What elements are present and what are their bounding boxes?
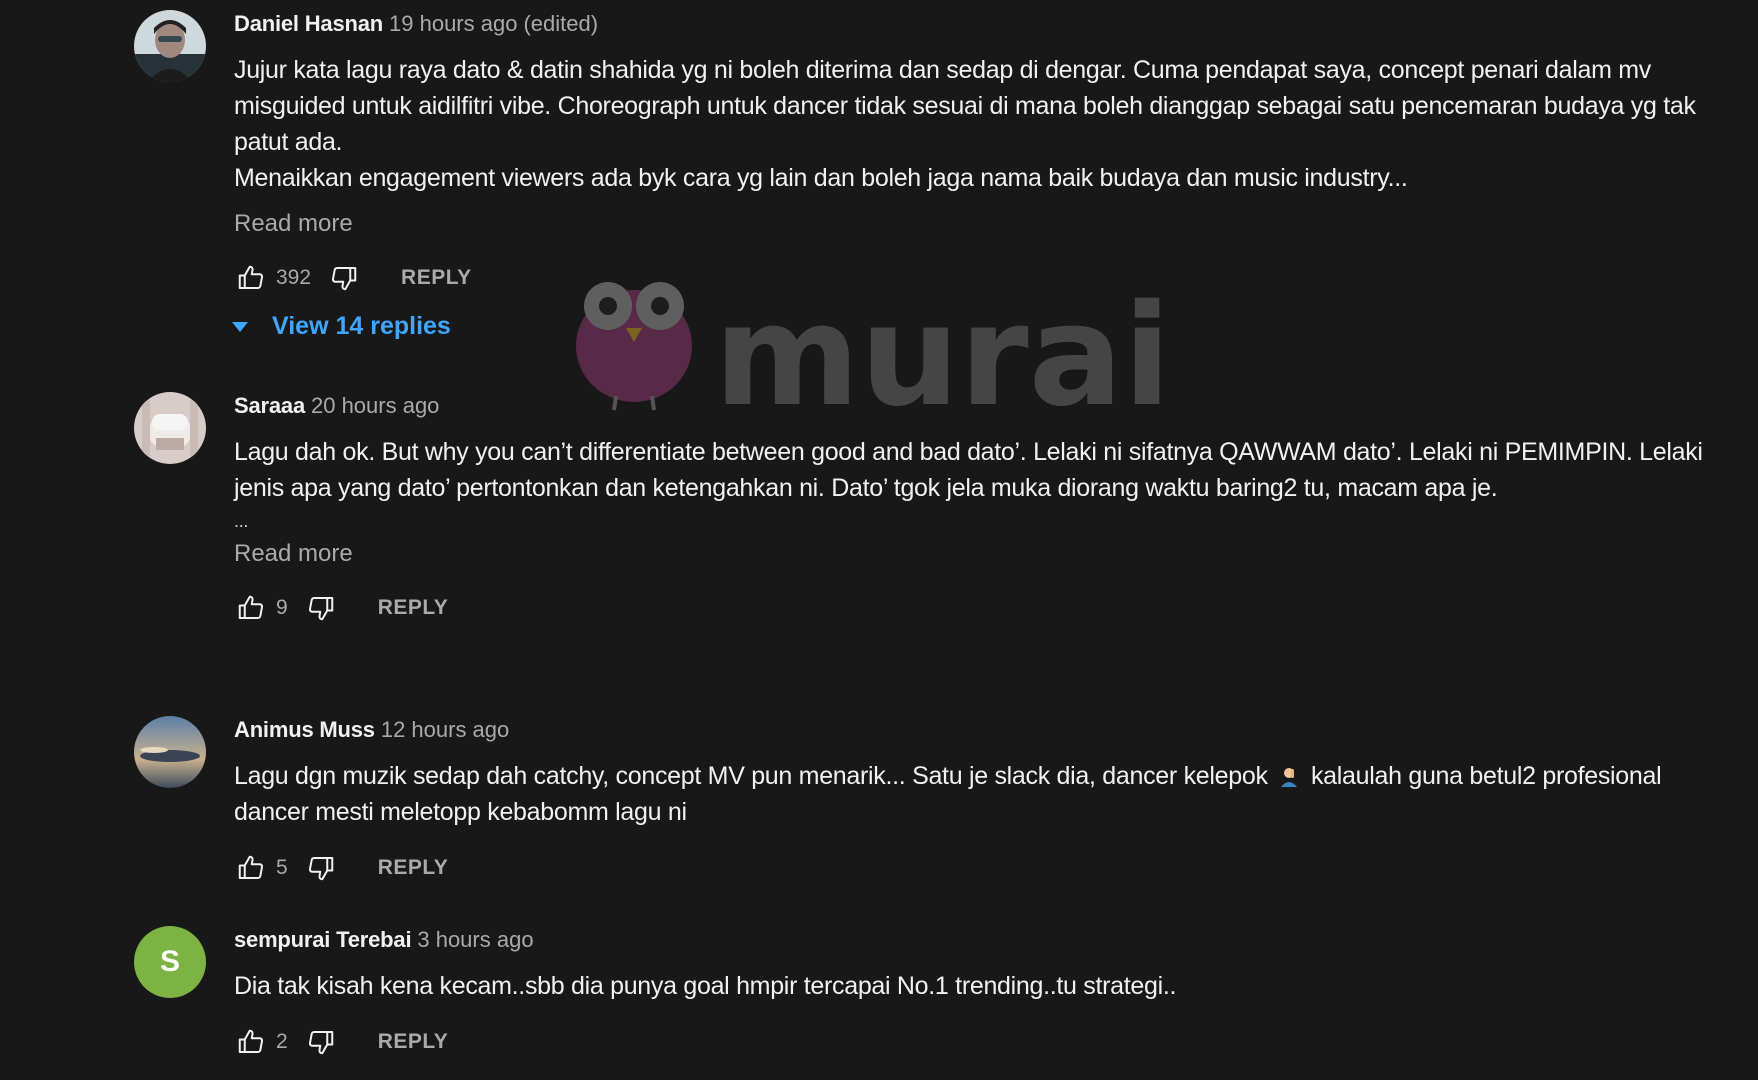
dislike-button[interactable] — [327, 261, 361, 295]
thumbs-up-icon — [238, 855, 264, 879]
author-name[interactable]: Animus Muss — [234, 717, 375, 742]
thumbs-up-icon — [238, 1029, 264, 1053]
avatar[interactable] — [134, 392, 206, 464]
dislike-button[interactable] — [304, 1025, 338, 1059]
user-photo-icon — [134, 392, 206, 464]
thumbs-down-icon — [308, 1031, 333, 1055]
comment-text-part: Lagu dgn muzik sedap dah catchy, concept… — [234, 762, 1268, 790]
timestamp[interactable]: 20 hours ago — [311, 393, 439, 418]
reply-button[interactable]: REPLY — [378, 1030, 449, 1054]
comment-paragraph: Dia tak kisah kena kecam..sbb dia punya … — [234, 972, 1177, 1000]
view-replies-label: View 14 replies — [272, 312, 451, 340]
read-more-button[interactable]: Read more — [234, 538, 353, 570]
like-count: 9 — [276, 596, 288, 619]
like-count: 5 — [276, 856, 288, 879]
comment-paragraph: Menaikkan engagement viewers ada byk car… — [234, 164, 1408, 192]
comment-actions: 2 REPLY — [234, 1024, 1718, 1060]
author-name[interactable]: Saraaa — [234, 393, 305, 418]
avatar[interactable]: S — [134, 926, 206, 998]
comment-header: sempurai Terebai 3 hours ago — [234, 926, 1718, 954]
reply-button[interactable]: REPLY — [401, 266, 472, 290]
comment-text: Dia tak kisah kena kecam..sbb dia punya … — [234, 968, 1718, 1004]
comment-actions: 5 REPLY — [234, 850, 1718, 886]
comment-header: Saraaa 20 hours ago — [234, 392, 1718, 420]
comment-text: Lagu dah ok. But why you can’t different… — [234, 434, 1718, 536]
facepalm-emoji-icon — [1281, 768, 1298, 787]
thumbs-up-icon — [238, 265, 264, 289]
like-count: 392 — [276, 266, 312, 289]
user-photo-icon — [134, 10, 206, 82]
timestamp[interactable]: 3 hours ago — [417, 927, 533, 952]
dislike-button[interactable] — [304, 591, 338, 625]
reply-button[interactable]: REPLY — [378, 596, 449, 620]
edited-label: (edited) — [523, 11, 599, 36]
comment-paragraph: Jujur kata lagu raya dato & datin shahid… — [234, 56, 1696, 156]
timestamp[interactable]: 12 hours ago — [381, 717, 509, 742]
caret-down-icon — [232, 321, 248, 332]
thumbs-down-icon — [308, 857, 333, 881]
thumbs-down-icon — [332, 267, 357, 291]
comment-actions: 9 REPLY — [234, 590, 1718, 626]
comments-section: Daniel Hasnan 19 hours ago (edited) Jujur … — [0, 0, 1758, 1080]
thumbs-up-icon — [238, 595, 264, 619]
like-count: 2 — [276, 1030, 288, 1053]
like-button[interactable] — [234, 261, 268, 295]
timestamp[interactable]: 19 hours ago — [389, 11, 517, 36]
avatar[interactable] — [134, 10, 206, 82]
author-name[interactable]: sempurai Terebai — [234, 927, 412, 952]
comment-text: Lagu dgn muzik sedap dah catchy, concept… — [234, 758, 1718, 830]
like-button[interactable] — [234, 591, 268, 625]
view-replies-button[interactable]: View 14 replies — [232, 312, 1718, 341]
comment-paragraph: Lagu dah ok. But why you can’t different… — [234, 438, 1703, 502]
truncation-ellipsis: ... — [234, 511, 249, 531]
comment-header: Daniel Hasnan 19 hours ago (edited) — [234, 10, 1718, 38]
thumbs-down-icon — [308, 597, 333, 621]
reply-button[interactable]: REPLY — [378, 856, 449, 880]
author-name[interactable]: Daniel Hasnan — [234, 11, 383, 36]
like-button[interactable] — [234, 851, 268, 885]
comment-actions: 392 REPLY — [234, 260, 1718, 296]
read-more-button[interactable]: Read more — [234, 208, 353, 240]
avatar[interactable] — [134, 716, 206, 788]
comment-header: Animus Muss 12 hours ago — [234, 716, 1718, 744]
comment-text: Jujur kata lagu raya dato & datin shahid… — [234, 52, 1718, 196]
user-photo-icon — [134, 716, 206, 788]
like-button[interactable] — [234, 1025, 268, 1059]
dislike-button[interactable] — [304, 851, 338, 885]
